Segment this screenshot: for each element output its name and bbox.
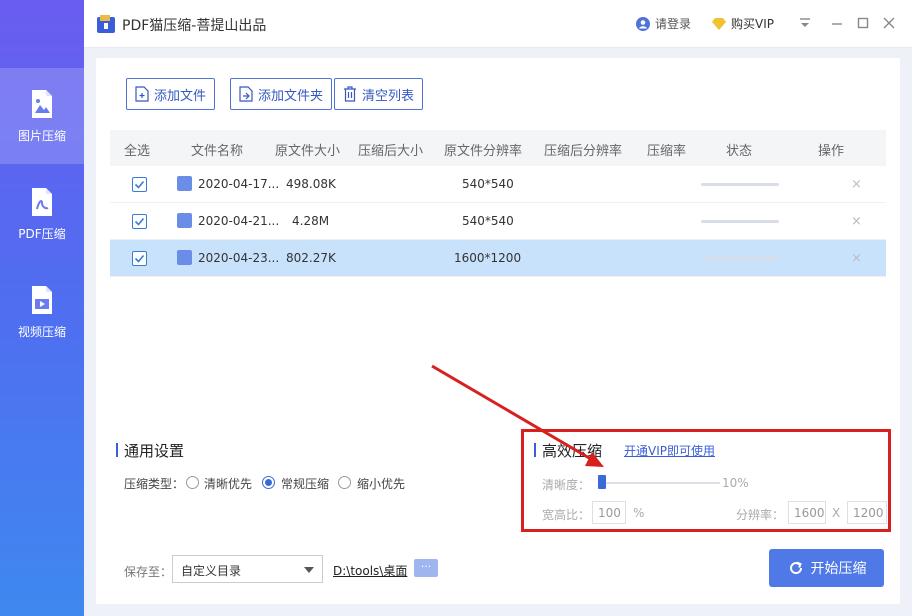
file-name: 2020-04-17... (198, 177, 280, 191)
general-settings-title: 通用设置 (115, 442, 185, 460)
menu-dropdown-icon[interactable] (796, 14, 814, 32)
clear-list-button[interactable]: 清空列表 (334, 78, 424, 110)
app-logo-icon (97, 15, 115, 33)
refresh-icon (789, 561, 802, 575)
table-row[interactable]: 2020-04-23... 802.27K 1600*1200 × (110, 240, 886, 277)
chevron-down-icon (304, 567, 314, 573)
start-compress-button[interactable]: 开始压缩 (769, 549, 884, 587)
file-name: 2020-04-23... (198, 251, 280, 265)
user-icon (636, 16, 650, 31)
add-folder-icon (239, 86, 253, 102)
table-row[interactable]: 2020-04-21... 4.28M 540*540 × (110, 203, 886, 240)
check-icon (134, 254, 145, 263)
row-checkbox[interactable] (132, 251, 147, 266)
column-header: 原文件分辨率 (444, 144, 523, 159)
save-location-select[interactable]: 自定义目录 (172, 555, 323, 583)
close-icon[interactable] (880, 14, 898, 32)
clear-list-label: 清空列表 (362, 88, 415, 104)
orig-resolution: 540*540 (462, 177, 514, 191)
progress-bar (701, 183, 779, 186)
orig-size: 4.28M (292, 214, 330, 228)
image-thumb-icon (177, 250, 192, 265)
sidebar-item-label: PDF压缩 (18, 226, 66, 241)
table-row[interactable]: 2020-04-17... 498.08K 540*540 × (110, 166, 886, 203)
login-label: 请登录 (655, 17, 692, 31)
save-path-link[interactable]: D:\tools\桌面 (333, 562, 407, 579)
add-folder-button[interactable]: 添加文件夹 (230, 78, 333, 110)
option-label: 缩小优先 (357, 477, 406, 491)
sidebar-item-video-compress[interactable]: 视频压缩 (0, 264, 84, 360)
buy-vip-button[interactable]: 购买VIP (712, 15, 774, 32)
column-header: 原文件大小 (275, 144, 341, 159)
column-header: 操作 (818, 144, 845, 159)
image-thumb-icon (177, 176, 192, 191)
row-checkbox[interactable] (132, 214, 147, 229)
vip-label: 购买VIP (731, 17, 774, 31)
select-all-header[interactable]: 全选 (124, 140, 150, 159)
orig-size: 802.27K (286, 251, 336, 265)
column-header: 压缩后分辨率 (544, 144, 623, 159)
delete-row-button[interactable]: × (851, 177, 862, 192)
option-label: 常规压缩 (281, 477, 330, 491)
minimize-icon[interactable] (828, 14, 846, 32)
option-label: 清晰优先 (204, 477, 253, 491)
orig-resolution: 1600*1200 (454, 251, 522, 265)
title-bar: PDF猫压缩-菩提山出品 请登录 购买VIP (84, 0, 912, 48)
trash-icon (344, 86, 356, 102)
image-thumb-icon (177, 213, 192, 228)
check-icon (134, 217, 145, 226)
delete-row-button[interactable]: × (851, 251, 862, 266)
login-button[interactable]: 请登录 (636, 15, 691, 32)
radio-normal-compress[interactable] (262, 476, 275, 489)
save-location-value: 自定义目录 (181, 564, 242, 578)
orig-resolution: 540*540 (462, 214, 514, 228)
file-name: 2020-04-21... (198, 214, 280, 228)
diamond-icon (712, 17, 726, 30)
radio-clarity-first[interactable] (186, 476, 199, 489)
column-header: 状态 (726, 144, 753, 159)
check-icon (134, 180, 145, 189)
add-file-button[interactable]: 添加文件 (126, 78, 216, 110)
sidebar-item-label: 图片压缩 (17, 128, 66, 143)
column-header: 压缩率 (647, 144, 687, 159)
start-compress-label: 开始压缩 (810, 561, 867, 577)
sidebar-item-image-compress[interactable]: 图片压缩 (0, 68, 84, 164)
table-header: 全选 文件名称 原文件大小 压缩后大小 原文件分辨率 压缩后分辨率 压缩率 状态… (110, 130, 886, 166)
row-checkbox[interactable] (132, 177, 147, 192)
progress-bar (701, 220, 779, 223)
maximize-icon[interactable] (854, 14, 872, 32)
column-header: 文件名称 (191, 144, 244, 159)
radio-size-first[interactable] (338, 476, 351, 489)
orig-size: 498.08K (286, 177, 336, 191)
add-folder-label: 添加文件夹 (258, 88, 324, 104)
delete-row-button[interactable]: × (851, 214, 862, 229)
app-title: PDF猫压缩-菩提山出品 (122, 18, 267, 34)
add-file-label: 添加文件 (154, 88, 207, 104)
sidebar-item-pdf-compress[interactable]: PDF压缩 (0, 166, 84, 262)
save-to-label: 保存至： (124, 565, 173, 579)
pdf-file-icon (32, 187, 52, 216)
column-header: 压缩后大小 (358, 144, 424, 159)
sidebar: 图片压缩 PDF压缩 视频压缩 (0, 0, 84, 616)
main-panel: 添加文件 添加文件夹 清空列表 全选 文件名称 原文件大小 压缩后大小 原文件分… (96, 58, 900, 604)
browse-folder-button[interactable]: ··· (414, 559, 438, 577)
video-file-icon (32, 285, 52, 314)
annotation-highlight-box (521, 429, 891, 532)
progress-bar (701, 257, 779, 260)
compress-type-label: 压缩类型： (124, 477, 185, 491)
add-file-icon (135, 86, 149, 102)
sidebar-item-label: 视频压缩 (17, 324, 66, 339)
image-file-icon (32, 89, 52, 118)
